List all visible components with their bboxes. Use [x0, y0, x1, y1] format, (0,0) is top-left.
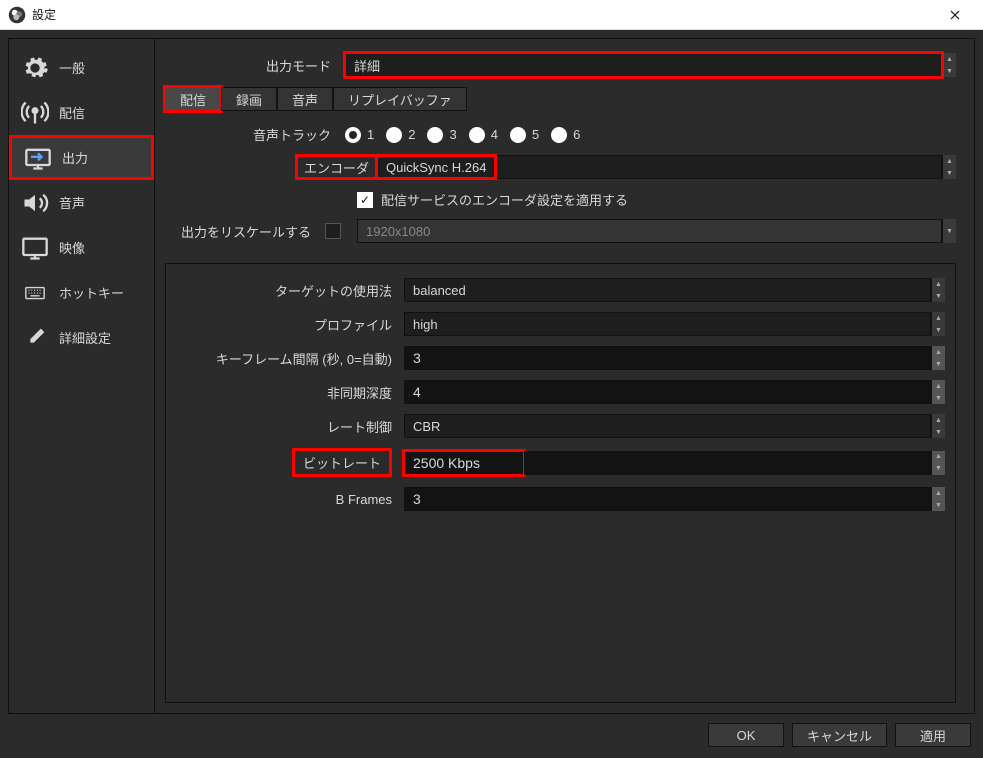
- encoder-select[interactable]: [497, 155, 942, 179]
- sidebar-item-stream[interactable]: 配信: [9, 90, 154, 135]
- enforce-label: 配信サービスのエンコーダ設定を適用する: [381, 190, 628, 209]
- audio-track-5[interactable]: 5: [510, 127, 539, 143]
- sidebar-item-advanced[interactable]: 詳細設定: [9, 315, 154, 360]
- app-icon: [8, 6, 26, 24]
- output-mode-value: 詳細: [354, 56, 380, 75]
- content-area: 出力モード 詳細 ▲▼ 配信 録画 音声 リプレイバッファ: [155, 39, 974, 713]
- audio-track-3[interactable]: 3: [427, 127, 456, 143]
- settings-window: 設定 一般 配信: [0, 0, 983, 758]
- ok-button[interactable]: OK: [708, 723, 784, 747]
- output-mode-select[interactable]: 詳細: [345, 53, 942, 77]
- sidebar-item-audio[interactable]: 音声: [9, 180, 154, 225]
- tab-replay-buffer[interactable]: リプレイバッファ: [333, 87, 467, 111]
- keyframe-input[interactable]: 3: [404, 346, 931, 370]
- sidebar-item-label: 詳細設定: [59, 328, 111, 347]
- bitrate-row: ビットレート 2500 Kbps ▲▼: [176, 448, 945, 477]
- rescale-select[interactable]: 1920x1080: [357, 219, 942, 243]
- window-title: 設定: [32, 6, 935, 23]
- encoder-label: エンコーダ: [295, 154, 378, 180]
- keyframe-label: キーフレーム間隔 (秒, 0=自動): [176, 349, 404, 368]
- apply-button[interactable]: 適用: [895, 723, 971, 747]
- keyboard-icon: [19, 281, 51, 305]
- monitor-icon: [19, 236, 51, 260]
- profile-select[interactable]: high: [404, 312, 931, 336]
- sidebar-item-hotkeys[interactable]: ホットキー: [9, 270, 154, 315]
- rate-control-label: レート制御: [176, 417, 404, 436]
- sidebar-item-label: 出力: [62, 148, 88, 167]
- audio-track-2[interactable]: 2: [386, 127, 415, 143]
- cancel-button[interactable]: キャンセル: [792, 723, 887, 747]
- sidebar: 一般 配信 出力 音声: [9, 39, 155, 713]
- output-mode-label: 出力モード: [165, 56, 345, 75]
- sidebar-item-video[interactable]: 映像: [9, 225, 154, 270]
- bframes-spin[interactable]: ▲▼: [931, 487, 945, 511]
- sidebar-item-label: 映像: [59, 238, 85, 257]
- bframes-label: B Frames: [176, 492, 404, 507]
- sidebar-item-label: 一般: [59, 58, 85, 77]
- target-usage-select[interactable]: balanced: [404, 278, 931, 302]
- profile-spin[interactable]: ▲▼: [931, 312, 945, 336]
- antenna-icon: [19, 101, 51, 125]
- rescale-value: 1920x1080: [366, 224, 430, 239]
- tab-audio[interactable]: 音声: [277, 87, 333, 111]
- profile-row: プロファイル high ▲▼: [176, 312, 945, 336]
- bframes-row: B Frames 3 ▲▼: [176, 487, 945, 511]
- keyframe-spin[interactable]: ▲▼: [931, 346, 945, 370]
- rescale-row: 出力をリスケールする 1920x1080 ▼: [165, 219, 956, 243]
- audio-track-label: 音声トラック: [165, 125, 345, 144]
- rescale-label: 出力をリスケールする: [165, 222, 325, 241]
- close-button[interactable]: [935, 1, 975, 29]
- rate-control-row: レート制御 CBR ▲▼: [176, 414, 945, 438]
- footer: OK キャンセル 適用: [8, 714, 975, 750]
- encoder-value-hl: QuickSync H.264: [378, 154, 497, 180]
- audio-track-6[interactable]: 6: [551, 127, 580, 143]
- audio-track-row: 音声トラック 1 2 3 4 5 6: [165, 125, 956, 144]
- target-usage-row: ターゲットの使用法 balanced ▲▼: [176, 278, 945, 302]
- tab-record[interactable]: 録画: [221, 87, 277, 111]
- rescale-checkbox[interactable]: [325, 223, 341, 239]
- rate-control-select[interactable]: CBR: [404, 414, 931, 438]
- output-icon: [22, 146, 54, 170]
- sidebar-item-output[interactable]: 出力: [9, 135, 154, 180]
- bitrate-label: ビットレート: [292, 448, 392, 477]
- bitrate-input-ext[interactable]: [524, 451, 931, 475]
- output-mode-spin[interactable]: ▲▼: [942, 53, 956, 77]
- sidebar-item-label: 配信: [59, 103, 85, 122]
- titlebar: 設定: [0, 0, 983, 30]
- encoder-row: エンコーダ QuickSync H.264 ▲▼: [165, 154, 956, 180]
- sidebar-item-label: 音声: [59, 193, 85, 212]
- profile-label: プロファイル: [176, 315, 404, 334]
- rescale-dropdown-btn[interactable]: ▼: [942, 219, 956, 243]
- bitrate-spin[interactable]: ▲▼: [931, 451, 945, 475]
- enforce-row: ✓ 配信サービスのエンコーダ設定を適用する: [165, 190, 956, 209]
- keyframe-row: キーフレーム間隔 (秒, 0=自動) 3 ▲▼: [176, 346, 945, 370]
- gear-icon: [19, 56, 51, 80]
- async-depth-label: 非同期深度: [176, 383, 404, 402]
- tab-stream[interactable]: 配信: [165, 87, 221, 111]
- output-tabs: 配信 録画 音声 リプレイバッファ: [165, 87, 956, 111]
- enforce-checkbox[interactable]: ✓: [357, 192, 373, 208]
- target-usage-spin[interactable]: ▲▼: [931, 278, 945, 302]
- speaker-icon: [19, 191, 51, 215]
- target-usage-label: ターゲットの使用法: [176, 281, 404, 300]
- audio-track-1[interactable]: 1: [345, 127, 374, 143]
- sidebar-item-general[interactable]: 一般: [9, 45, 154, 90]
- async-depth-row: 非同期深度 4 ▲▼: [176, 380, 945, 404]
- audio-track-4[interactable]: 4: [469, 127, 498, 143]
- main-area: 一般 配信 出力 音声: [8, 38, 975, 714]
- encoder-spin[interactable]: ▲▼: [942, 155, 956, 179]
- sidebar-item-label: ホットキー: [59, 283, 124, 302]
- encoder-settings-panel: ターゲットの使用法 balanced ▲▼ プロファイル high ▲▼: [165, 263, 956, 703]
- bframes-input[interactable]: 3: [404, 487, 931, 511]
- bitrate-input[interactable]: 2500 Kbps: [404, 451, 524, 475]
- async-depth-input[interactable]: 4: [404, 380, 931, 404]
- tools-icon: [19, 326, 51, 350]
- async-depth-spin[interactable]: ▲▼: [931, 380, 945, 404]
- rate-control-spin[interactable]: ▲▼: [931, 414, 945, 438]
- output-mode-row: 出力モード 詳細 ▲▼: [165, 53, 956, 77]
- window-body: 一般 配信 出力 音声: [0, 30, 983, 758]
